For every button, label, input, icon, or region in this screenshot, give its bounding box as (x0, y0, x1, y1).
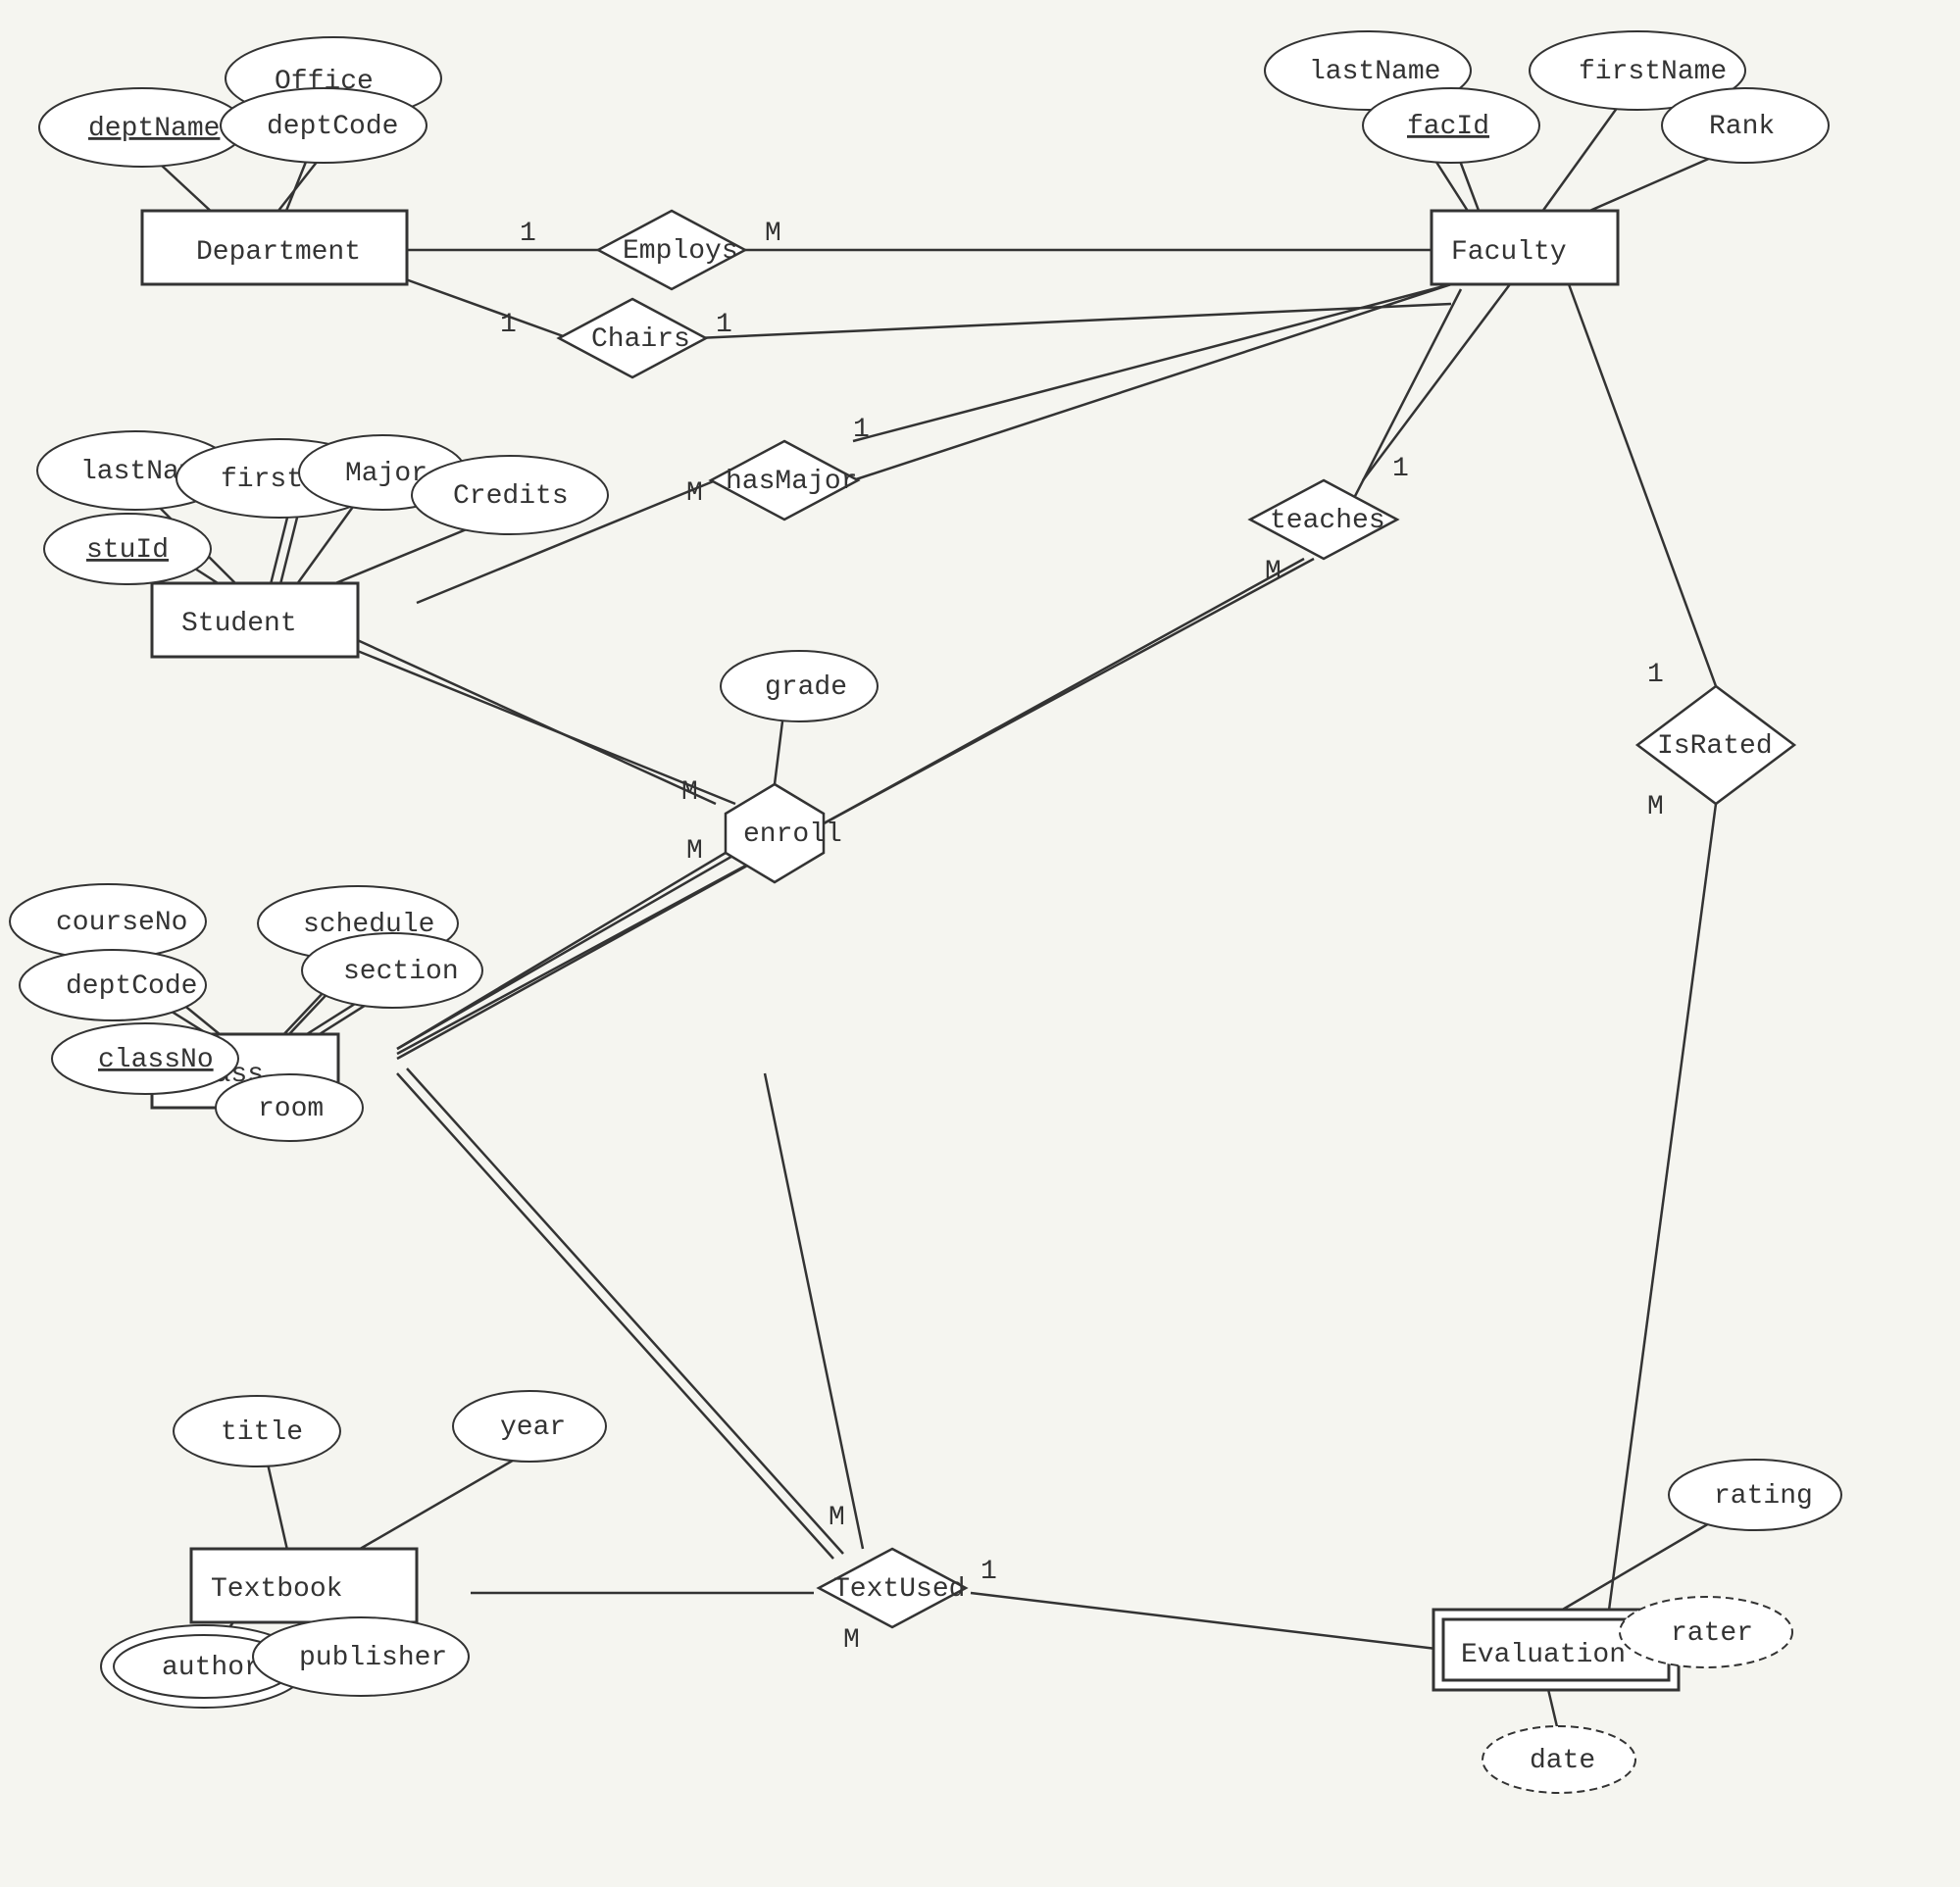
rel-employs-label: Employs (623, 236, 738, 267)
card-enroll-m1: M (681, 777, 698, 808)
attr-year-label: year (500, 1413, 566, 1443)
attr-title-label: title (221, 1417, 303, 1448)
card-teaches-m: M (1265, 557, 1282, 587)
attr-fac-firstname-label: firstName (1579, 57, 1727, 87)
card-chairs-1a: 1 (500, 310, 517, 340)
card-employs-m: M (765, 219, 781, 249)
entity-department-label: Department (196, 237, 361, 268)
attr-courseno-label: courseNo (56, 908, 187, 938)
card-textused-m1: M (829, 1503, 845, 1533)
attr-section-label: section (343, 957, 459, 987)
rel-hasmajor-label: hasMajor (726, 467, 857, 497)
attr-room-label: room (258, 1094, 324, 1124)
attr-deptcode-label: deptCode (267, 112, 398, 142)
entity-textbook-label: Textbook (211, 1574, 342, 1605)
card-hasmajor-m: M (686, 478, 703, 509)
card-enroll-m2: M (686, 836, 703, 867)
attr-classno-label: classNo (98, 1045, 214, 1075)
entity-evaluation-label: Evaluation (1461, 1640, 1626, 1670)
rel-enroll-label: enroll (743, 819, 842, 850)
card-israted-1: 1 (1647, 660, 1664, 690)
card-textused-1: 1 (980, 1557, 997, 1587)
rel-textused-label: TextUsed (833, 1574, 965, 1605)
entity-faculty-label: Faculty (1451, 237, 1567, 268)
card-employs-1: 1 (520, 219, 536, 249)
attr-date-label: date (1530, 1746, 1595, 1776)
entity-student-label: Student (181, 609, 297, 639)
card-textused-m2: M (843, 1625, 860, 1656)
attr-fac-lastname-label: lastName (1309, 57, 1440, 87)
rel-teaches-label: teaches (1270, 506, 1385, 536)
attr-grade-label: grade (765, 672, 847, 703)
card-teaches-1: 1 (1392, 454, 1409, 484)
card-chairs-1b: 1 (716, 310, 732, 340)
rel-chairs-label: Chairs (591, 324, 690, 355)
card-hasmajor-1: 1 (853, 415, 870, 445)
attr-facid-label: facId (1407, 112, 1489, 142)
attr-rank-label: Rank (1709, 112, 1775, 142)
attr-class-deptcode-label: deptCode (66, 971, 197, 1002)
attr-deptname-label: deptName (88, 114, 220, 144)
attr-author-label: author (162, 1653, 261, 1683)
card-israted-m: M (1647, 792, 1664, 822)
attr-credits-label: Credits (453, 481, 569, 512)
attr-rater-label: rater (1671, 1618, 1753, 1649)
attr-rating-label: rating (1714, 1481, 1813, 1512)
attr-stuid-label: stuId (86, 535, 169, 566)
attr-publisher-label: publisher (299, 1643, 447, 1673)
rel-israted-label: IsRated (1657, 731, 1773, 762)
